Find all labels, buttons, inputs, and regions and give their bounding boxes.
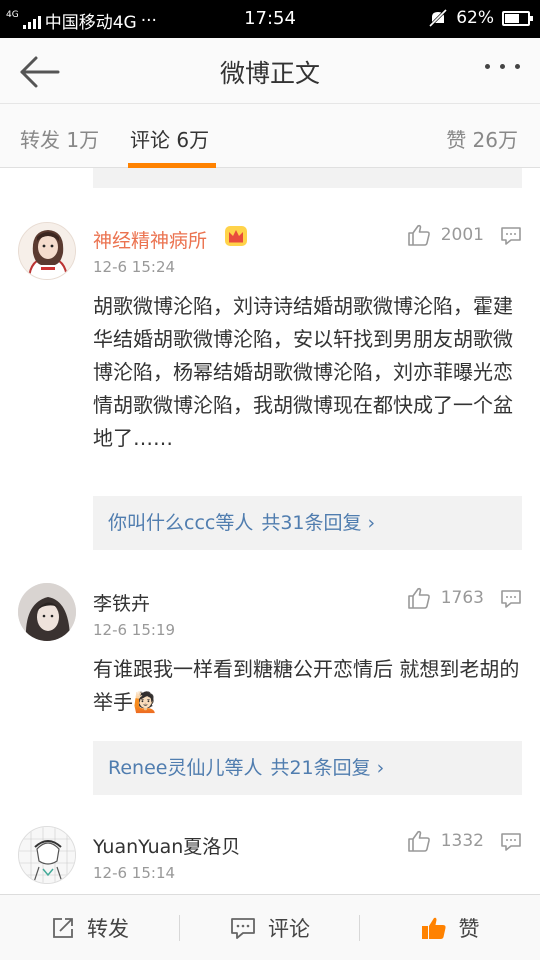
username[interactable]: 李铁卉 <box>93 589 150 616</box>
comment-bubble-icon[interactable] <box>500 226 522 246</box>
thumbs-up-icon <box>407 224 430 246</box>
clipped-reply-text: ▔▔▔▔▔▔ ▔ ▔ ▔▔▔▔▔▔ <box>103 168 360 178</box>
avatar-photo-image <box>18 583 76 641</box>
comment-time: 12-6 15:19 <box>93 621 176 639</box>
nav-bar: 微博正文 <box>0 38 540 104</box>
comment-feed[interactable]: ▔▔▔▔▔▔ ▔ ▔ ▔▔▔▔▔▔ 神经精神病所 12-6 15:24 <box>0 168 540 894</box>
tab-comment[interactable]: 评论 6万 <box>130 124 209 153</box>
avatar[interactable] <box>18 222 76 280</box>
chevron-right-icon: › <box>367 512 376 534</box>
silent-mode-icon <box>429 9 448 27</box>
comment-text: 胡歌微博沦陷，刘诗诗结婚胡歌微博沦陷，霍建华结婚胡歌微博沦陷，安以轩找到男朋友胡… <box>93 294 513 450</box>
page-title: 微博正文 <box>219 59 320 88</box>
avatar[interactable] <box>18 583 76 641</box>
comment-item: 神经精神病所 12-6 15:24 2001 胡歌微博沦陷，刘诗诗结婚胡歌微博沦… <box>0 218 540 553</box>
vip-crown-icon <box>225 226 247 246</box>
username[interactable]: YuanYuan夏洛贝 <box>93 832 240 859</box>
share-icon <box>53 918 73 938</box>
replies-count: 共21条回复 <box>270 757 371 779</box>
like-toolbar-button[interactable]: 赞 <box>360 895 540 960</box>
tab-repost[interactable]: 转发 1万 <box>20 124 99 153</box>
avatar-sketch-image <box>19 827 75 883</box>
comment-time: 12-6 15:14 <box>93 864 176 882</box>
like-button[interactable]: 1763 <box>407 587 484 609</box>
comment-bubble-icon <box>231 918 255 939</box>
more-dots-icon[interactable] <box>485 64 520 69</box>
comment-item: 李铁卉 12-6 15:19 1763 有谁跟我一样看到糖糖公开恋情后 就想到老… <box>0 581 540 811</box>
replies-link[interactable]: 你叫什么ccc等人 共31条回复 › <box>93 496 522 550</box>
avatar-girl-image <box>19 223 75 279</box>
comment-time: 12-6 15:24 <box>93 258 176 276</box>
repost-label: 转发 <box>87 917 129 941</box>
comment-item: YuanYuan夏洛贝 12-6 15:14 1332 <box>0 824 540 894</box>
like-label: 赞 <box>458 917 480 941</box>
thumbs-up-icon <box>421 917 446 939</box>
comment-text: 有谁跟我一样看到糖糖公开恋情后 就想到老胡的举手🙋🏻 <box>93 657 520 714</box>
replies-link[interactable]: Renee灵仙儿等人 共21条回复 › <box>93 741 522 795</box>
bottom-toolbar: 转发 评论 赞 <box>0 894 540 960</box>
comment-bubble-icon[interactable] <box>500 832 522 852</box>
like-button[interactable]: 1332 <box>407 830 484 852</box>
tabs-bar: 转发 1万 评论 6万 赞 26万 <box>0 104 540 168</box>
thumbs-up-icon <box>407 830 430 852</box>
battery-percent: 62% <box>456 8 494 28</box>
status-bar: 4G 中国移动4G ··· 17:54 62% <box>0 0 540 38</box>
tab-like[interactable]: 赞 26万 <box>446 124 518 153</box>
chevron-right-icon: › <box>376 757 385 779</box>
battery-icon <box>502 10 533 26</box>
replies-count: 共31条回复 <box>261 512 362 534</box>
replies-users: 你叫什么ccc等人 <box>108 512 254 534</box>
like-button[interactable]: 2001 <box>407 224 484 246</box>
comment-bubble-icon[interactable] <box>500 589 522 609</box>
replies-users: Renee灵仙儿等人 <box>108 757 263 779</box>
username[interactable]: 神经精神病所 <box>93 226 207 253</box>
battery-fill <box>505 13 519 23</box>
like-count: 1763 <box>440 588 484 608</box>
like-count: 2001 <box>440 225 484 245</box>
comment-label: 评论 <box>268 917 310 941</box>
like-count: 1332 <box>440 831 484 851</box>
status-right: 62% <box>428 8 533 28</box>
avatar[interactable] <box>18 826 76 884</box>
previous-replies-box[interactable]: ▔▔▔▔▔▔ ▔ ▔ ▔▔▔▔▔▔ <box>93 168 522 188</box>
comment-button[interactable]: 评论 <box>180 895 360 960</box>
thumbs-up-icon <box>407 587 430 609</box>
repost-button[interactable]: 转发 <box>0 895 180 960</box>
